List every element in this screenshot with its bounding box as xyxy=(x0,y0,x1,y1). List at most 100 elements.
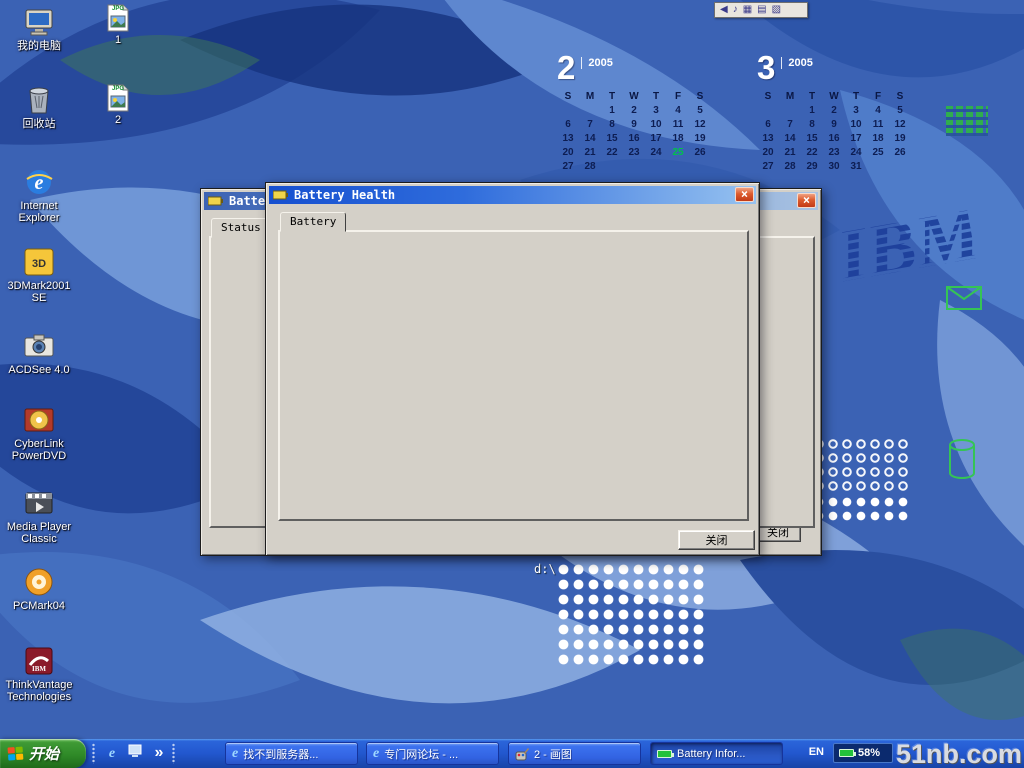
desktop-icon-media-player-classic[interactable]: Media Player Classic xyxy=(3,487,75,545)
paint-icon xyxy=(515,747,529,761)
desktop-icon-3dmark2001[interactable]: 3D 3DMark2001 SE xyxy=(3,246,75,304)
media-player-classic-icon xyxy=(23,487,55,519)
settings-icon[interactable]: ▤ xyxy=(757,3,766,17)
tray-battery-indicator[interactable]: 58% xyxy=(833,743,893,763)
calendar-day: 8 xyxy=(801,118,823,132)
calendar-day: 7 xyxy=(579,118,601,132)
battery-gauge-icon xyxy=(208,195,224,207)
display-icon[interactable]: ▦ xyxy=(743,3,752,17)
battery-icon xyxy=(839,749,854,757)
calendar-day: 31 xyxy=(845,160,867,174)
calendar-day: 27 xyxy=(757,160,779,174)
task-button-paint[interactable]: 2 - 画图 xyxy=(508,742,641,765)
calendar-day: 3 xyxy=(645,104,667,118)
quicklaunch-show-desktop-icon[interactable] xyxy=(126,744,144,762)
icon-label: ACDSee 4.0 xyxy=(3,364,75,376)
calendar-day-header: F xyxy=(867,90,889,104)
calendar-day: 10 xyxy=(645,118,667,132)
task-label: 2 - 画图 xyxy=(534,746,572,762)
icon-label: 3DMark2001 SE xyxy=(3,280,75,304)
desktop-icon-thinkvantage[interactable]: IBM ThinkVantage Technologies xyxy=(3,645,75,703)
calendar-day: 19 xyxy=(889,132,911,146)
task-button-battery-information[interactable]: Battery Infor... xyxy=(650,742,783,765)
cylinder-art-icon xyxy=(948,438,976,485)
close-icon[interactable]: × xyxy=(797,193,816,208)
quicklaunch-ie-icon[interactable]: e xyxy=(103,744,121,762)
taskbar-divider xyxy=(172,743,175,764)
calendar-day: 3 xyxy=(845,104,867,118)
calendar-day: 16 xyxy=(623,132,645,146)
language-indicator[interactable]: EN xyxy=(809,746,824,758)
my-computer-icon xyxy=(23,6,55,38)
calendar-day: 26 xyxy=(689,146,711,160)
desktop-file-1[interactable]: JPG 1 xyxy=(98,4,138,46)
tab-status[interactable]: Status xyxy=(211,218,271,238)
keyboard-icon[interactable]: ▧ xyxy=(772,3,781,17)
calendar-header: 2 2005 xyxy=(557,52,717,88)
svg-text:IBM: IBM xyxy=(32,665,46,673)
file-label: 1 xyxy=(98,34,138,46)
calendar-day xyxy=(689,160,711,174)
sound-icon[interactable]: ♪ xyxy=(733,3,738,17)
desktop-icon-my-computer[interactable]: 我的电脑 xyxy=(3,6,75,52)
calendar-day: 2 xyxy=(823,104,845,118)
calendar-day: 26 xyxy=(889,146,911,160)
calendar-day: 25 xyxy=(667,146,689,160)
volume-icon[interactable]: ◀ xyxy=(720,3,728,17)
desktop-icon-internet-explorer[interactable]: e Internet Explorer xyxy=(3,166,75,224)
calendar-day-header: T xyxy=(845,90,867,104)
desktop: IBM xyxy=(0,0,1024,768)
tab-battery[interactable]: Battery xyxy=(280,212,346,232)
calendar-day-header: T xyxy=(601,90,623,104)
ie-icon: e xyxy=(232,746,238,762)
calendar-day: 24 xyxy=(645,146,667,160)
calendar-day: 22 xyxy=(801,146,823,160)
calendar-day: 5 xyxy=(689,104,711,118)
calendar-day: 14 xyxy=(579,132,601,146)
calendar-day: 18 xyxy=(867,132,889,146)
task-button-ie-error[interactable]: e 找不到服务器... xyxy=(225,742,358,765)
calendar-day xyxy=(623,160,645,174)
calendar-day: 30 xyxy=(823,160,845,174)
calendar-day: 21 xyxy=(779,146,801,160)
calendar-day: 1 xyxy=(801,104,823,118)
calendar-day-header: T xyxy=(801,90,823,104)
calendar-day: 24 xyxy=(845,146,867,160)
file-type-badge: JPG xyxy=(106,6,130,12)
calendar-day: 11 xyxy=(667,118,689,132)
desktop-file-2[interactable]: JPG 2 xyxy=(98,84,138,126)
3dmark-icon: 3D xyxy=(23,246,55,278)
calendar-day xyxy=(757,104,779,118)
close-button[interactable]: 关闭 xyxy=(678,530,755,550)
calendar-day xyxy=(867,160,889,174)
powerdvd-icon xyxy=(23,404,55,436)
calendar-day: 1 xyxy=(601,104,623,118)
calendar-day: 9 xyxy=(823,118,845,132)
ie-icon: e xyxy=(373,746,379,762)
calendar-day: 25 xyxy=(867,146,889,160)
windows-flag-icon xyxy=(8,746,25,761)
titlebar[interactable]: Battery Health × xyxy=(269,186,756,204)
icon-label: PCMark04 xyxy=(3,600,75,612)
task-button-forum[interactable]: e 专门网论坛 - ... xyxy=(366,742,499,765)
desktop-icon-acdsee[interactable]: ACDSee 4.0 xyxy=(3,330,75,376)
calendar-day-header: M xyxy=(779,90,801,104)
desktop-icon-pcmark04[interactable]: PCMark04 xyxy=(3,566,75,612)
calendar-day-header: T xyxy=(645,90,667,104)
icon-label: CyberLink PowerDVD xyxy=(3,438,75,462)
calendar-day: 16 xyxy=(823,132,845,146)
calendar-march: 3 2005 SMTWTFS12345678910111213141516171… xyxy=(757,52,917,174)
dot-pattern-art xyxy=(556,562,708,665)
desktop-icon-powerdvd[interactable]: CyberLink PowerDVD xyxy=(3,404,75,462)
calendar-day: 29 xyxy=(801,160,823,174)
floating-toolbar[interactable]: ◀ ♪ ▦ ▤ ▧ xyxy=(714,2,808,18)
start-label: 开始 xyxy=(29,743,59,764)
calendar-day-header: S xyxy=(757,90,779,104)
start-button[interactable]: 开始 xyxy=(0,739,86,768)
quicklaunch-overflow-chevron[interactable]: » xyxy=(150,744,168,762)
desktop-icon-recycle-bin[interactable]: 回收站 xyxy=(3,84,75,130)
icon-label: ThinkVantage Technologies xyxy=(3,679,75,703)
task-label: 找不到服务器... xyxy=(243,746,318,762)
close-icon[interactable]: × xyxy=(735,187,754,202)
calendar-year: 2005 xyxy=(781,57,812,69)
